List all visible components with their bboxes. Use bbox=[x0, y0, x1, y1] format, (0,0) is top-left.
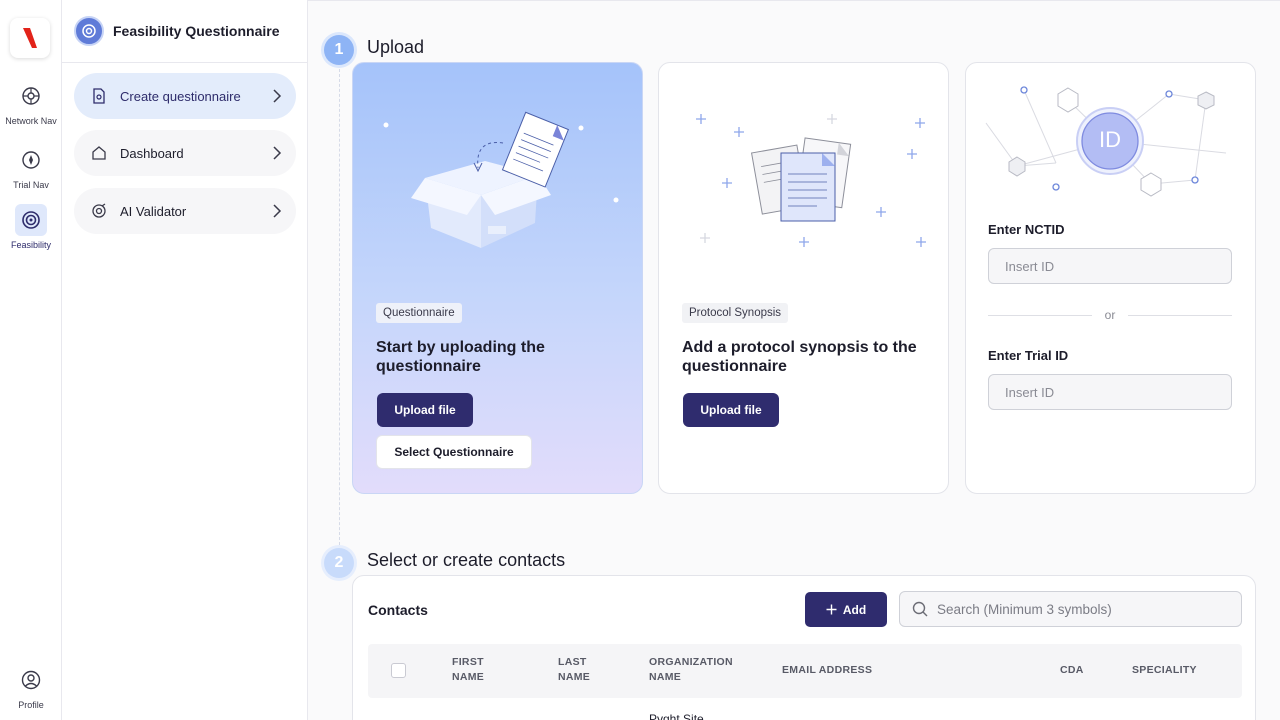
contacts-title: Contacts bbox=[368, 602, 428, 618]
column-header-email-address[interactable]: EMAIL ADDRESS bbox=[782, 663, 872, 678]
step-title-upload: Upload bbox=[367, 37, 425, 57]
rail-label: Trial Nav bbox=[13, 180, 49, 190]
sidebar-item-label: Create questionnaire bbox=[120, 88, 241, 104]
column-header-last-name[interactable]: LAST NAME bbox=[558, 655, 590, 685]
column-header-cda[interactable]: CDA bbox=[1060, 663, 1084, 678]
feasibility-icon bbox=[74, 16, 104, 46]
trial-id-label: Enter Trial ID bbox=[988, 348, 1069, 363]
sidebar-item-create-questionnaire[interactable]: Create questionnaire bbox=[74, 73, 296, 119]
contacts-panel: Contacts Add Search (Minimum 3 symbols) … bbox=[352, 575, 1256, 720]
column-header-organization-name[interactable]: ORGANIZATION NAME bbox=[649, 655, 733, 685]
rail-item-profile[interactable]: Profile bbox=[0, 664, 62, 710]
chevron-right-icon bbox=[272, 203, 282, 222]
feasibility-icon bbox=[15, 204, 47, 236]
sidebar: Feasibility Questionnaire Create questio… bbox=[62, 0, 308, 720]
chevron-right-icon bbox=[272, 88, 282, 107]
search-icon bbox=[912, 601, 928, 617]
select-questionnaire-button[interactable]: Select Questionnaire bbox=[376, 435, 532, 469]
card-title: Add a protocol synopsis to the questionn… bbox=[682, 339, 917, 375]
questionnaire-card: Questionnaire Start by uploading the que… bbox=[352, 62, 643, 494]
chevron-right-icon bbox=[272, 145, 282, 164]
select-all-checkbox[interactable] bbox=[391, 663, 406, 678]
rail-label: Network Nav bbox=[5, 116, 57, 126]
home-icon bbox=[90, 144, 108, 162]
sidebar-header: Feasibility Questionnaire bbox=[62, 0, 307, 63]
protocol-card: Protocol Synopsis Add a protocol synopsi… bbox=[658, 62, 949, 494]
step-number: 1 bbox=[324, 35, 354, 65]
logo-icon bbox=[23, 28, 37, 48]
document-icon bbox=[90, 87, 108, 105]
step-number: 2 bbox=[324, 548, 354, 578]
rail-label: Profile bbox=[18, 700, 44, 710]
documents-illustration bbox=[696, 114, 926, 247]
table-row-organization: Pyght Site bbox=[649, 712, 704, 720]
sidebar-title: Feasibility Questionnaire bbox=[113, 23, 280, 39]
card-tag: Questionnaire bbox=[376, 303, 462, 323]
card-title: Start by uploading the questionnaire bbox=[376, 339, 545, 375]
rail-item-feasibility[interactable]: Feasibility bbox=[0, 204, 62, 250]
sidebar-item-dashboard[interactable]: Dashboard bbox=[74, 130, 296, 176]
sidebar-item-ai-validator[interactable]: AI Validator bbox=[74, 188, 296, 234]
rail-item-trial-nav[interactable]: Trial Nav bbox=[0, 144, 62, 190]
column-header-speciality[interactable]: SPECIALITY bbox=[1132, 663, 1197, 678]
validator-icon bbox=[90, 202, 108, 220]
plus-icon bbox=[826, 604, 837, 615]
column-header-first-name[interactable]: FIRST NAME bbox=[452, 655, 484, 685]
sidebar-item-label: AI Validator bbox=[120, 203, 187, 219]
step-title-contacts: Select or create contacts bbox=[367, 550, 566, 570]
rail-item-network-nav[interactable]: Network Nav bbox=[0, 80, 62, 126]
card-tag: Protocol Synopsis bbox=[682, 303, 789, 323]
trial-id-input[interactable]: Insert ID bbox=[988, 374, 1232, 410]
contacts-table-header: FIRST NAME LAST NAME ORGANIZATION NAME EMAI… bbox=[368, 644, 1242, 698]
main-content: 1 Upload Questionnaire Start by uploadin… bbox=[308, 0, 1280, 720]
or-divider: or bbox=[988, 306, 1232, 326]
trial-id-card: ID Enter NCTID Insert ID or Enter Trial … bbox=[965, 62, 1256, 494]
contacts-search-input[interactable]: Search (Minimum 3 symbols) bbox=[899, 591, 1242, 627]
add-contact-button[interactable]: Add bbox=[805, 592, 887, 627]
nctid-input[interactable]: Insert ID bbox=[988, 248, 1232, 284]
step-connector bbox=[339, 69, 340, 545]
upload-questionnaire-button[interactable]: Upload file bbox=[377, 393, 473, 427]
app-logo[interactable] bbox=[10, 18, 50, 58]
trial-nav-icon bbox=[15, 144, 47, 176]
nctid-label: Enter NCTID bbox=[988, 222, 1065, 237]
rail-label: Feasibility bbox=[10, 240, 51, 250]
upload-box-illustration bbox=[383, 111, 619, 248]
profile-icon bbox=[15, 664, 47, 696]
search-placeholder: Search (Minimum 3 symbols) bbox=[937, 601, 1112, 617]
add-label: Add bbox=[842, 602, 867, 617]
id-badge-text: ID bbox=[1099, 127, 1121, 152]
upload-protocol-button[interactable]: Upload file bbox=[683, 393, 779, 427]
app-rail: Network Nav Trial Nav Feasibility Profil… bbox=[0, 0, 62, 720]
sidebar-item-label: Dashboard bbox=[120, 145, 184, 161]
network-icon bbox=[15, 80, 47, 112]
